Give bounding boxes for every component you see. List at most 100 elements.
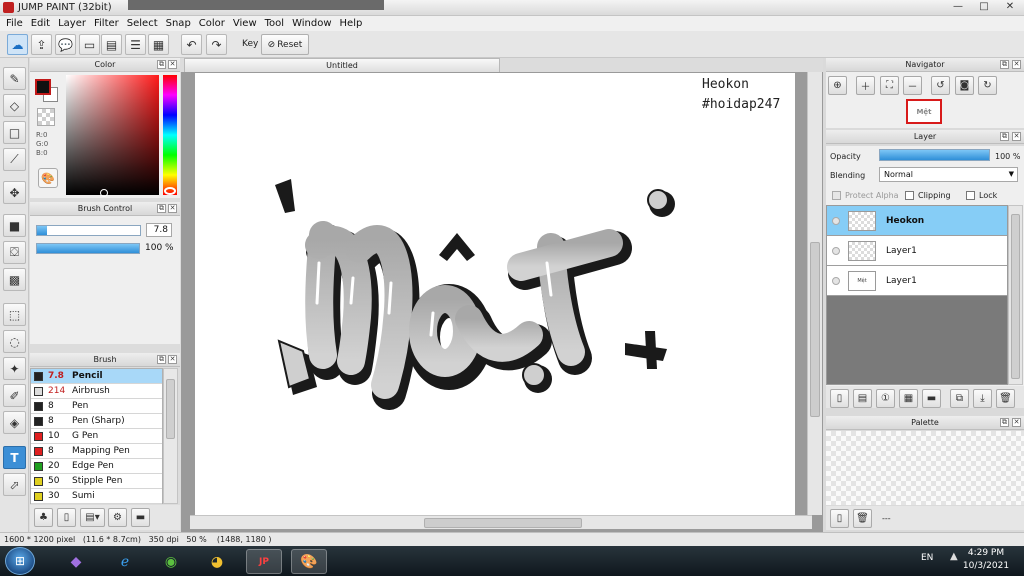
layer-opacity-slider[interactable] xyxy=(879,149,990,161)
brush-tool-icon[interactable]: ✎ xyxy=(3,67,26,90)
tab-untitled[interactable]: Untitled xyxy=(184,58,500,72)
rotate-reset-icon[interactable]: ◙ xyxy=(955,76,974,95)
close-button[interactable]: ✕ xyxy=(998,1,1022,14)
scrollbar-thumb[interactable] xyxy=(166,379,175,439)
line-tool-icon[interactable]: ⟋ xyxy=(3,148,26,171)
rotate-right-icon[interactable]: ↻ xyxy=(978,76,997,95)
merge-layer-icon[interactable]: ⤓ xyxy=(973,389,992,408)
zoom-fit-icon[interactable]: ⊕ xyxy=(828,76,847,95)
layer-row[interactable]: Heokon xyxy=(827,206,1007,236)
panel-detach-icon[interactable]: ⧉ xyxy=(157,60,166,69)
paint-taskbar-icon[interactable]: 🎨 xyxy=(291,549,327,574)
menu-help[interactable]: Help xyxy=(336,18,367,29)
brush-item[interactable]: 8 Pen xyxy=(31,399,162,414)
layer-one-icon[interactable]: ① xyxy=(876,389,895,408)
color-palette-icon[interactable]: 🎨 xyxy=(38,168,58,188)
zoom-out-icon[interactable]: － xyxy=(903,76,922,95)
language-indicator[interactable]: EN xyxy=(921,553,933,563)
panel-close-icon[interactable]: ✕ xyxy=(168,60,177,69)
maximize-button[interactable]: □ xyxy=(972,1,996,14)
new-palette-icon[interactable]: ▯ xyxy=(830,509,849,528)
menu-snap[interactable]: Snap xyxy=(162,18,195,29)
cloud-icon[interactable]: ☁ xyxy=(7,34,28,55)
palette-swatches[interactable] xyxy=(826,431,1024,505)
panel-close-icon[interactable]: ✕ xyxy=(168,355,177,364)
display-icon[interactable]: ▭ xyxy=(79,34,100,55)
menu-file[interactable]: File xyxy=(2,18,27,29)
move-tool-icon[interactable]: ✥ xyxy=(3,181,26,204)
brush-size-slider[interactable] xyxy=(36,225,141,236)
scrollbar-thumb[interactable] xyxy=(810,242,820,417)
hue-slider[interactable] xyxy=(163,75,177,195)
zoom-in-icon[interactable]: ＋ xyxy=(856,76,875,95)
brush-item[interactable]: 8 Pen (Sharp) xyxy=(31,414,162,429)
foreground-color-swatch[interactable] xyxy=(35,79,51,95)
magic-wand-icon[interactable]: ✦ xyxy=(3,357,26,380)
new-layer-type-icon[interactable]: ▤ xyxy=(853,389,872,408)
menu-view[interactable]: View xyxy=(229,18,261,29)
eye-visibility-icon[interactable] xyxy=(832,276,840,285)
clipping-checkbox[interactable] xyxy=(905,191,914,200)
coccoc-browser-icon[interactable]: ◉ xyxy=(153,549,189,574)
start-button-icon[interactable]: ⊞ xyxy=(5,547,35,575)
halftone-layer-icon[interactable]: ▦ xyxy=(899,389,918,408)
brush-type-dropdown-icon[interactable]: ▤▾ xyxy=(80,508,105,527)
panel-detach-icon[interactable]: ⧉ xyxy=(157,204,166,213)
duplicate-layer-icon[interactable]: ⧉ xyxy=(950,389,969,408)
hue-marker[interactable] xyxy=(164,187,176,195)
new-layer-icon[interactable]: ▯ xyxy=(830,389,849,408)
brush-item[interactable]: 214 Airbrush xyxy=(31,384,162,399)
operation-tool-icon[interactable]: ⬀ xyxy=(3,473,26,496)
new-brush-icon[interactable]: ▯ xyxy=(57,508,76,527)
share-icon[interactable]: ⇪ xyxy=(31,34,52,55)
panel-detach-icon[interactable]: ⧉ xyxy=(1000,60,1009,69)
select-eraser-icon[interactable]: ◈ xyxy=(3,411,26,434)
layer-folder-icon[interactable]: ▬ xyxy=(922,389,941,408)
transparent-color-swatch[interactable] xyxy=(37,108,55,126)
fill-rect-tool-icon[interactable]: ■ xyxy=(3,214,26,237)
brush-item[interactable]: 20 Edge Pen xyxy=(31,459,162,474)
reset-button[interactable]: ⊘ Reset xyxy=(261,34,309,55)
eraser-tool-icon[interactable]: ◇ xyxy=(3,94,26,117)
layer-row[interactable]: Mệt Layer1 xyxy=(827,266,1007,296)
select-rect-icon[interactable]: ⬚ xyxy=(3,303,26,326)
chrome-icon[interactable]: ◕ xyxy=(199,549,235,574)
panel-close-icon[interactable]: ✕ xyxy=(1012,418,1021,427)
brush-stamp-icon[interactable]: ♣ xyxy=(34,508,53,527)
rotate-left-icon[interactable]: ↺ xyxy=(931,76,950,95)
panel-close-icon[interactable]: ✕ xyxy=(168,204,177,213)
jump-paint-taskbar-icon[interactable]: JP xyxy=(246,549,282,574)
brush-item[interactable]: 50 Stipple Pen xyxy=(31,474,162,489)
gradient-tool-icon[interactable]: ▩ xyxy=(3,268,26,291)
saturation-value-picker[interactable] xyxy=(66,75,159,195)
navigator-preview[interactable]: Mệt xyxy=(906,99,942,124)
delete-layer-icon[interactable]: 🗑 xyxy=(996,389,1015,408)
brush-item[interactable]: 10 G Pen xyxy=(31,429,162,444)
lasso-tool-icon[interactable]: ◌ xyxy=(3,330,26,353)
delete-palette-icon[interactable]: 🗑 xyxy=(853,509,872,528)
undo-icon[interactable]: ↶ xyxy=(181,34,202,55)
blending-select[interactable]: Normal ▼ xyxy=(879,167,1018,182)
panel-close-icon[interactable]: ✕ xyxy=(1012,60,1021,69)
brush-item[interactable]: 8 Mapping Pen xyxy=(31,444,162,459)
menu-color[interactable]: Color xyxy=(195,18,229,29)
protect-alpha-checkbox[interactable] xyxy=(832,191,841,200)
internet-explorer-icon[interactable]: ℯ xyxy=(107,549,143,574)
actual-size-icon[interactable]: ⛶ xyxy=(880,76,899,95)
menu-edit[interactable]: Edit xyxy=(27,18,54,29)
scrollbar-thumb[interactable] xyxy=(1011,214,1020,379)
redo-icon[interactable]: ↷ xyxy=(206,34,227,55)
lock-checkbox[interactable] xyxy=(966,191,975,200)
rectangle-tool-icon[interactable]: □ xyxy=(3,121,26,144)
menu-select[interactable]: Select xyxy=(123,18,162,29)
brush-item[interactable]: 30 Sumi xyxy=(31,489,162,504)
panel-detach-icon[interactable]: ⧉ xyxy=(1000,418,1009,427)
text-tool-icon[interactable]: T xyxy=(3,446,26,469)
panel-detach-icon[interactable]: ⧉ xyxy=(157,355,166,364)
eye-visibility-icon[interactable] xyxy=(832,216,840,225)
brush-settings-icon[interactable]: ⚙ xyxy=(108,508,127,527)
color-picker-marker[interactable] xyxy=(100,189,108,197)
brush-list-scrollbar[interactable] xyxy=(163,368,178,504)
brush-opacity-slider[interactable] xyxy=(36,243,140,254)
bucket-tool-icon[interactable]: ⛋ xyxy=(3,241,26,264)
